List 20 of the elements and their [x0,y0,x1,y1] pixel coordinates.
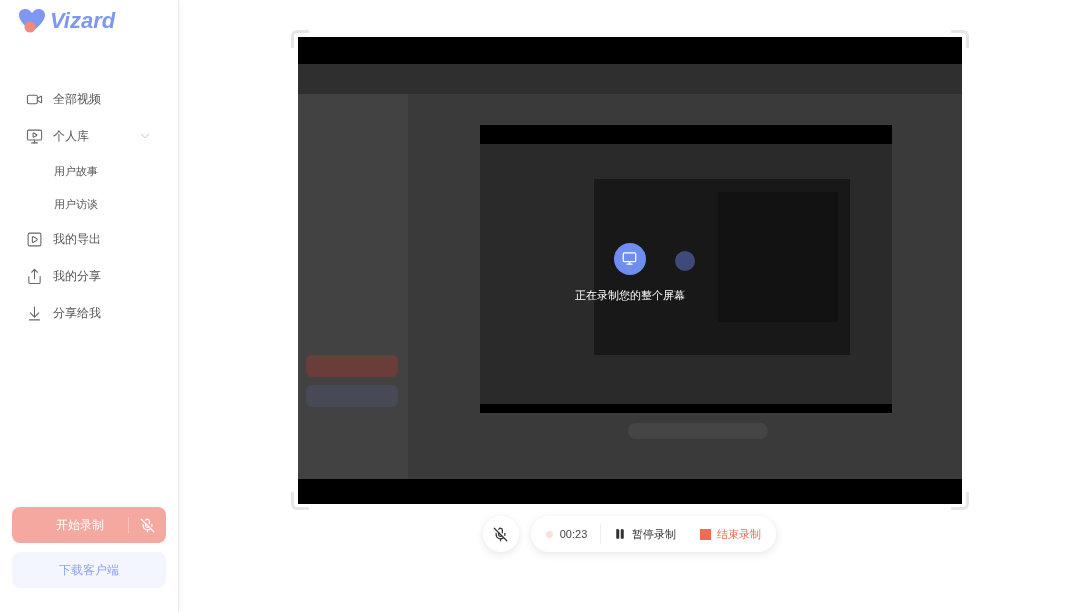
pause-recording-button[interactable]: 暂停录制 [614,525,677,543]
stop-icon [700,528,712,540]
sidebar-item[interactable]: 分享给我 [26,302,152,324]
sidebar-subitem[interactable]: 用户故事 [26,162,152,180]
sidebar-item[interactable]: 我的导出 [26,228,152,250]
mute-mic-button[interactable] [482,516,519,552]
heart-logo-icon [18,8,46,34]
share-icon [26,267,43,285]
play-screen-icon [26,127,43,145]
recording-timer: 00:23 [559,526,588,542]
download-icon [26,304,43,322]
recording-overlay-text: 正在录制您的整个屏幕 [574,287,685,303]
logo-text: Vizard [50,10,116,32]
mic-off-icon [493,526,509,542]
play-square-icon [26,230,43,248]
sidebar-item[interactable]: 个人库 [26,125,152,147]
sidebar-item[interactable]: 全部视频 [26,88,152,110]
sidebar-item[interactable]: 我的分享 [26,265,152,287]
sidebar-subitem[interactable]: 用户访谈 [26,195,152,213]
pause-icon [614,528,627,540]
